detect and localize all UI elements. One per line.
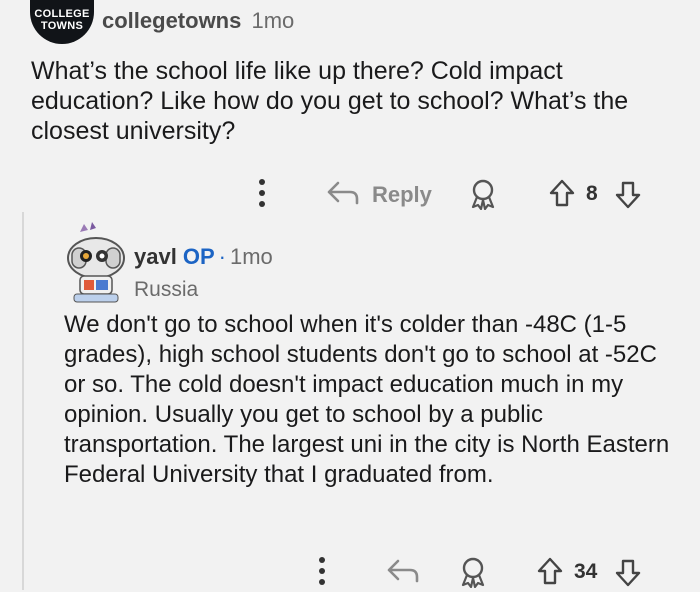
comment2-body: We don't go to school when it's colder t… (64, 311, 670, 488)
reply-button[interactable]: Reply (372, 182, 432, 208)
op-badge: OP (182, 244, 215, 269)
downvote-arrow-icon[interactable] (614, 558, 642, 588)
downvote-arrow-icon[interactable] (614, 180, 642, 210)
comment1-action-bar: Reply 8 (0, 172, 700, 212)
upvote-arrow-icon[interactable] (548, 178, 576, 208)
comment2-timestamp: 1mo (229, 244, 273, 269)
reply-arrow-icon[interactable] (386, 558, 420, 584)
more-dots-icon[interactable] (258, 178, 266, 208)
comment2-action-bar: 34 (0, 552, 700, 592)
avatar-text-line2: TOWNS (40, 20, 84, 32)
more-dots-icon[interactable] (318, 556, 326, 586)
comment1-username[interactable]: collegetowns (102, 8, 241, 33)
upvote-arrow-icon[interactable] (536, 556, 564, 586)
comment2-header: yavl OP · 1mo (134, 244, 273, 270)
separator-dot: · (218, 244, 226, 269)
user-flair: Russia (134, 278, 199, 301)
avatar-text-line1: COLLEGE (34, 8, 90, 20)
thread-line[interactable] (22, 212, 24, 590)
reply-arrow-icon[interactable] (326, 180, 360, 206)
comment1-header: collegetowns 1mo (102, 8, 294, 34)
comment2-username[interactable]: yavl (134, 244, 177, 269)
award-icon[interactable] (458, 556, 488, 588)
comment2-vote-count: 34 (574, 560, 598, 583)
subreddit-avatar[interactable]: COLLEGE TOWNS (30, 0, 94, 44)
comment1-timestamp: 1mo (251, 8, 295, 33)
user-avatar[interactable] (62, 222, 130, 304)
comment1-vote-count: 8 (586, 182, 598, 205)
award-icon[interactable] (468, 178, 498, 210)
comment1-body: What’s the school life like up there? Co… (31, 57, 629, 145)
